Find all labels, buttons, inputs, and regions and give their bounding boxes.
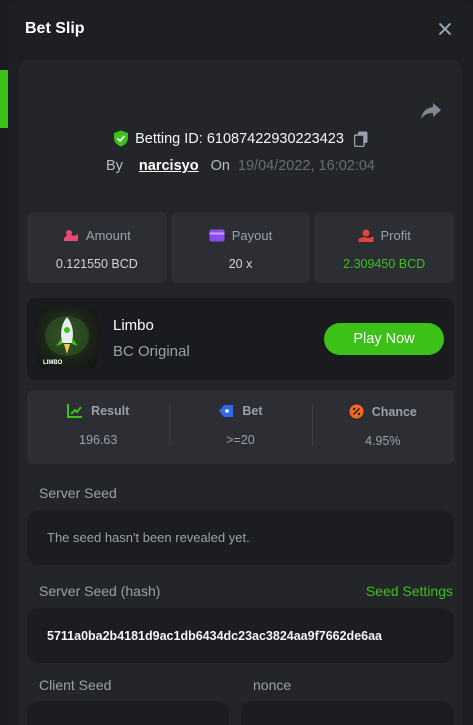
share-icon[interactable] xyxy=(418,98,444,124)
betting-id-label: Betting ID: xyxy=(135,130,203,147)
modal-title: Bet Slip xyxy=(25,20,85,37)
profit-hand-icon xyxy=(358,229,373,242)
bet-col: Bet >=20 xyxy=(169,390,311,464)
shield-check-icon xyxy=(114,130,129,147)
betting-id-row: Betting ID: 61087422930223423 xyxy=(19,130,462,147)
bet-label: Bet xyxy=(242,404,263,418)
result-col: Result 196.63 xyxy=(27,390,169,464)
game-provider: BC Original xyxy=(113,343,190,360)
close-icon[interactable] xyxy=(434,18,456,40)
client-seed-field[interactable] xyxy=(27,701,229,725)
nonce-label: nonce xyxy=(253,677,292,693)
bet-value: >=20 xyxy=(226,433,255,447)
stat-payout-label: Payout xyxy=(231,228,273,243)
percent-icon xyxy=(349,404,364,419)
betting-id-value: 61087422930223423 xyxy=(206,130,344,147)
chance-label: Chance xyxy=(371,404,417,419)
stat-profit-value: 2.309450 BCD xyxy=(343,257,426,271)
result-value: 196.63 xyxy=(79,433,118,447)
result-label: Result xyxy=(91,404,130,418)
nonce-field[interactable] xyxy=(241,701,454,725)
copy-icon[interactable] xyxy=(353,131,368,147)
bet-meta-row: By narcisyo On 19/04/2022, 16:02:04 xyxy=(19,158,462,174)
play-now-button[interactable]: Play Now xyxy=(324,323,444,355)
game-card: LIMBO Limbo BC Original Play Now xyxy=(27,298,454,380)
stat-amount-value: 0.121550 BCD xyxy=(55,257,138,271)
rocket-icon: LIMBO xyxy=(43,316,89,366)
chance-col: Chance 4.95% xyxy=(311,390,454,464)
wallet-icon xyxy=(209,229,225,242)
stat-payout: Payout 20 x xyxy=(170,212,311,283)
seed-settings-link[interactable]: Seed Settings xyxy=(366,583,453,599)
username-link[interactable]: narcisyo xyxy=(139,158,199,174)
game-thumb-logo-text: LIMBO xyxy=(43,360,63,366)
money-hand-icon xyxy=(63,229,78,241)
game-thumbnail[interactable]: LIMBO xyxy=(37,308,97,368)
stat-amount-label: Amount xyxy=(85,228,131,243)
server-seed-hash-label: Server Seed (hash) xyxy=(39,583,161,599)
bet-details-panel: Betting ID: 61087422930223423 By narcisy… xyxy=(19,60,462,725)
result-panel: Result 196.63 Bet >=20 Chance 4.95% xyxy=(27,390,454,464)
bet-slip-modal: Bet Slip Betting ID: 61087422930223423 B… xyxy=(8,0,473,725)
by-label: By xyxy=(106,158,123,174)
stat-payout-value: 20 x xyxy=(228,257,253,271)
bet-date: 19/04/2022, 16:02:04 xyxy=(237,158,375,174)
chart-up-icon xyxy=(67,404,83,418)
tag-icon xyxy=(219,405,234,417)
game-name: Limbo xyxy=(113,317,154,334)
stat-profit: Profit 2.309450 BCD xyxy=(314,212,455,283)
background-green-strip xyxy=(0,70,8,128)
stat-amount: Amount 0.121550 BCD xyxy=(27,212,167,283)
on-label: On xyxy=(210,158,230,174)
server-seed-hash-field[interactable]: 5711a0ba2b4181d9ac1db6434dc23ac3824aa9f7… xyxy=(27,608,454,663)
bet-stats: Amount 0.121550 BCD Payout 20 x Profit 2… xyxy=(27,212,455,283)
chance-value: 4.95% xyxy=(365,434,401,448)
server-seed-field[interactable]: The seed hasn't been revealed yet. xyxy=(27,510,454,565)
client-seed-label: Client Seed xyxy=(39,677,112,693)
modal-header: Bet Slip xyxy=(8,0,473,58)
stat-profit-label: Profit xyxy=(380,228,411,243)
server-seed-label: Server Seed xyxy=(39,485,117,501)
